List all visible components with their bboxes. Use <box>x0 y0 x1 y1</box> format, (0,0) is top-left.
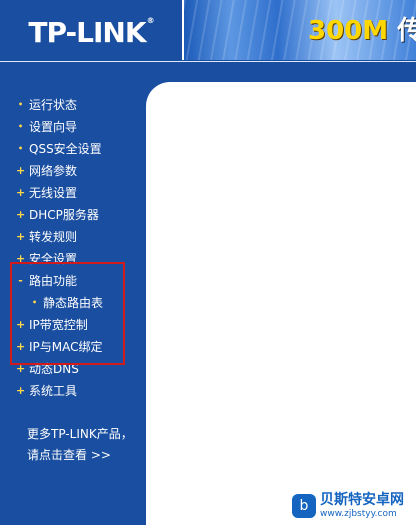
banner-title: 300M 传 <box>308 16 416 46</box>
plus-icon: + <box>16 383 26 397</box>
tp-link-logo[interactable]: TP-LINK® <box>4 4 178 60</box>
plus-icon: + <box>16 163 26 177</box>
plus-icon: + <box>16 207 26 221</box>
more-line-2: 请点击查看 >> <box>27 448 111 462</box>
nav-item-forwarding[interactable]: + 转发规则 <box>16 227 77 245</box>
nav-label: 无线设置 <box>29 185 78 200</box>
nav-item-network[interactable]: + 网络参数 <box>16 161 77 179</box>
plus-icon: + <box>16 229 26 243</box>
nav-item-system-tools[interactable]: + 系统工具 <box>16 381 77 399</box>
nav-item-running-status[interactable]: • 运行状态 <box>16 95 77 113</box>
nav-label: DHCP服务器 <box>29 207 99 222</box>
nav-label: 网络参数 <box>29 163 78 178</box>
main-content-panel <box>146 82 416 525</box>
nav-label: 运行状态 <box>29 97 78 112</box>
nav-item-qss[interactable]: • QSS安全设置 <box>16 139 102 157</box>
more-products-link[interactable]: 更多TP-LINK产品， 请点击查看 >> <box>27 424 133 466</box>
bullet-icon: • <box>17 99 24 109</box>
watermark-text: 贝斯特安卓网 www.zjbstyy.com <box>320 492 404 520</box>
nav-label: 系统工具 <box>29 383 78 398</box>
watermark-logo-icon: b <box>292 493 316 518</box>
plus-icon: + <box>16 185 26 199</box>
logo-text: TP-LINK® <box>28 15 154 49</box>
watermark-title: 贝斯特安卓网 <box>320 491 404 508</box>
nav-label: QSS安全设置 <box>29 141 102 156</box>
bullet-icon: • <box>17 143 24 153</box>
annotation-highlight-box <box>10 262 125 365</box>
watermark-url: www.zjbstyy.com <box>320 508 397 519</box>
header: TP-LINK® 300M 传 <box>0 0 416 68</box>
nav-label: 转发规则 <box>29 229 78 244</box>
nav-item-setup-wizard[interactable]: • 设置向导 <box>16 117 77 135</box>
more-line-1: 更多TP-LINK产品， <box>27 427 133 441</box>
nav-item-wireless[interactable]: + 无线设置 <box>16 183 77 201</box>
nav-label: 设置向导 <box>29 119 78 134</box>
nav-item-dhcp[interactable]: + DHCP服务器 <box>16 205 99 223</box>
site-watermark: b 贝斯特安卓网 www.zjbstyy.com <box>288 486 416 525</box>
header-banner: 300M 传 <box>182 0 416 60</box>
header-divider <box>0 61 416 62</box>
bullet-icon: • <box>17 121 24 131</box>
